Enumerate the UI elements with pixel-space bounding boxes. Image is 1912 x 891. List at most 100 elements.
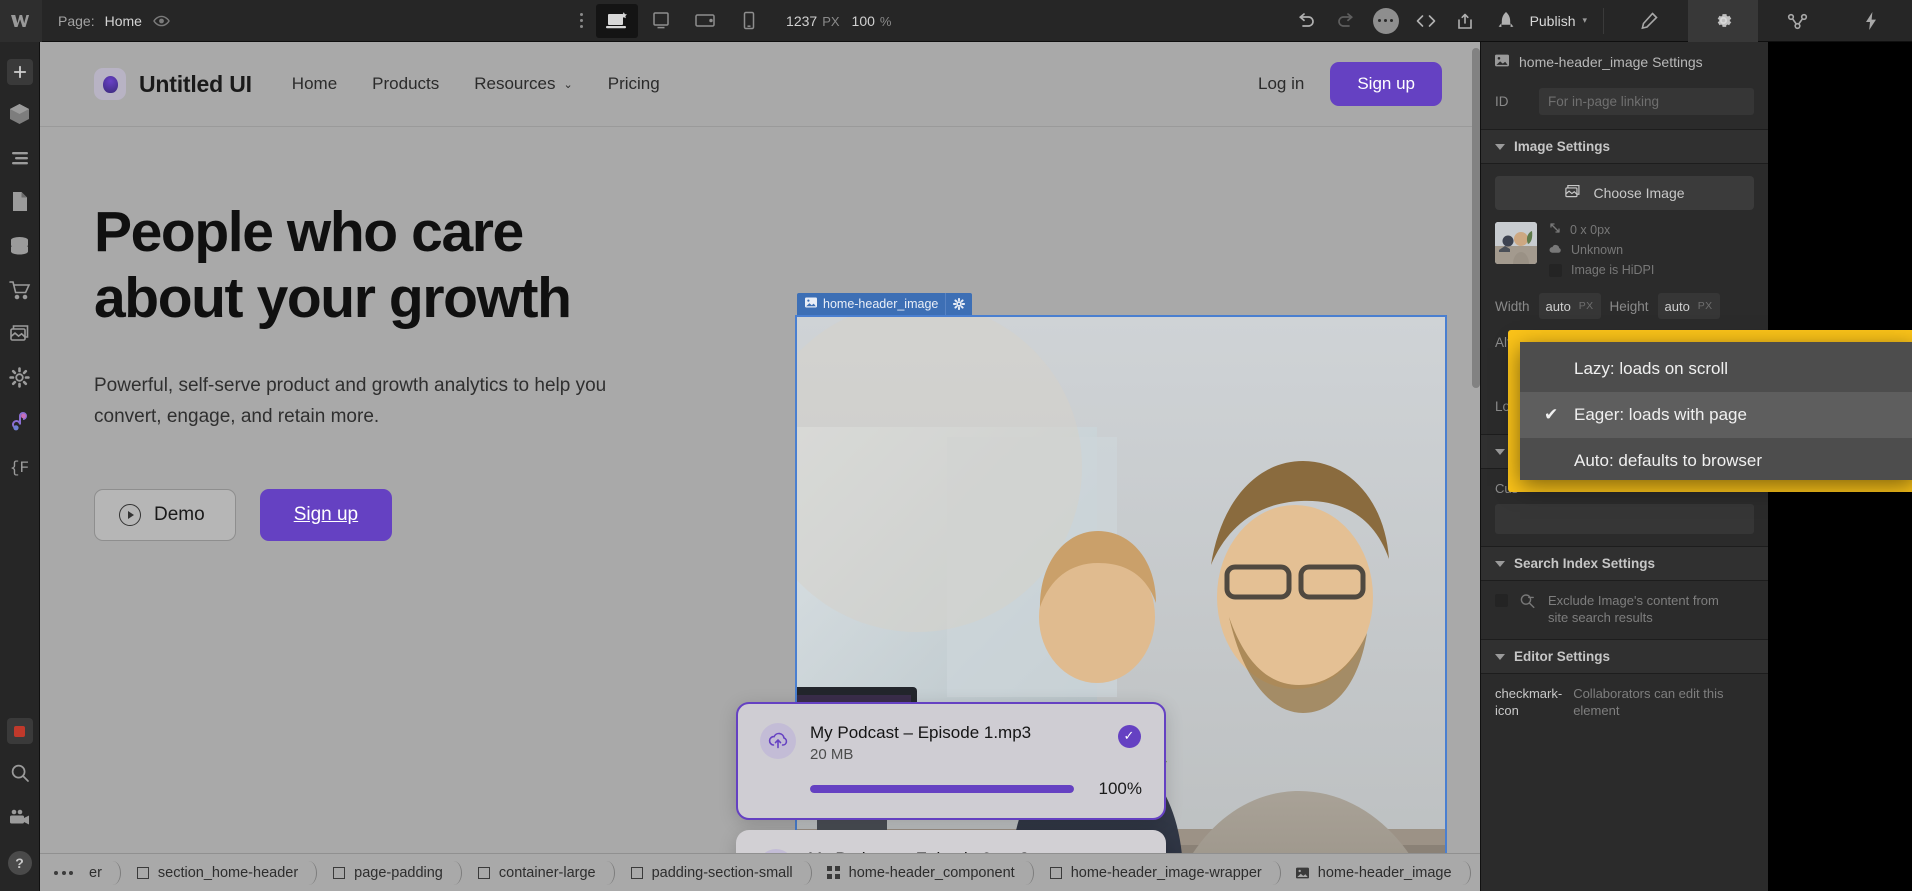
breadcrumb-item-padding-section-small[interactable]: padding-section-small — [614, 854, 812, 891]
upload-filesize: 20 MB — [810, 746, 854, 763]
breakpoint-mobile[interactable] — [728, 4, 770, 38]
image-dimensions-row: 0 x 0px — [1549, 222, 1754, 237]
square-icon — [1049, 866, 1063, 880]
chevron-down-icon: ⌄ — [563, 78, 573, 91]
rail-cms[interactable] — [0, 226, 40, 270]
canvas-size-readout[interactable]: 1237 PX 100 % — [786, 13, 891, 29]
nav-link-products[interactable]: Products — [372, 74, 439, 94]
dropdown-item-label: Eager: loads with page — [1574, 405, 1747, 424]
exclude-search-checkbox[interactable] — [1495, 594, 1508, 607]
demo-button[interactable]: Demo — [94, 488, 236, 541]
custom-attributes-input[interactable] — [1495, 504, 1754, 534]
undo-icon[interactable] — [1288, 4, 1324, 38]
section-image-settings[interactable]: Image Settings — [1481, 129, 1768, 164]
image-thumbnail[interactable] — [1495, 222, 1537, 264]
rail-add-elements[interactable] — [0, 50, 40, 94]
breadcrumb-item-container-large[interactable]: container-large — [461, 854, 615, 891]
signup-button[interactable]: Sign up — [1330, 62, 1442, 106]
hidpi-checkbox[interactable] — [1549, 263, 1562, 277]
rail-ecommerce[interactable] — [0, 270, 40, 314]
exclude-search-label-line2: site search results — [1548, 610, 1653, 626]
chevron-down-icon — [1495, 560, 1505, 567]
rail-search[interactable] — [0, 753, 40, 797]
hero-subtext: Powerful, self-serve product and growth … — [94, 371, 734, 433]
breakpoint-tablet[interactable] — [684, 4, 726, 38]
rail-record[interactable] — [0, 709, 40, 753]
hero-text-column: People who care about your growth Powerf… — [40, 127, 770, 853]
dropdown-item-auto[interactable]: Auto: defaults to browser — [1520, 438, 1912, 484]
tab-effects[interactable] — [1836, 0, 1906, 42]
chevron-down-icon: ▾ — [1582, 15, 1588, 25]
upload-card[interactable]: My Podcast – Episode 1.mp3 20 MB ✓ 100% — [736, 702, 1166, 820]
rail-variables[interactable]: {F — [0, 446, 40, 490]
rail-settings[interactable] — [0, 358, 40, 402]
loading-dropdown-menu[interactable]: Lazy: loads on scroll ✔ Eager: loads wit… — [1520, 342, 1912, 480]
section-search-index-settings[interactable]: Search Index Settings — [1481, 546, 1768, 581]
collaborators-row[interactable]: checkmark-icon Collaborators can edit th… — [1481, 674, 1768, 732]
rail-apps[interactable] — [0, 402, 40, 446]
upload-filename: My Podcast – Episode 1.mp3 — [810, 723, 1032, 742]
share-export-icon[interactable] — [1448, 4, 1484, 38]
rail-help[interactable]: ? — [0, 841, 40, 885]
login-link[interactable]: Log in — [1258, 74, 1304, 94]
dropdown-item-eager[interactable]: ✔ Eager: loads with page — [1520, 392, 1912, 438]
choose-image-button[interactable]: Choose Image — [1495, 176, 1754, 210]
page-selector[interactable]: Page: Home — [42, 11, 172, 31]
resize-diagonal-icon — [1549, 222, 1561, 237]
dropdown-item-lazy[interactable]: Lazy: loads on scroll — [1520, 346, 1912, 392]
section-editor-settings[interactable]: Editor Settings — [1481, 639, 1768, 675]
id-field-row: ID For in-page linking — [1481, 82, 1768, 129]
rail-video[interactable] — [0, 797, 40, 841]
nav-link-resources[interactable]: Resources ⌄ — [474, 74, 572, 94]
hero-signup-button[interactable]: Sign up — [259, 488, 393, 541]
breadcrumb-item-page-padding[interactable]: page-padding — [316, 854, 462, 891]
canvas-scrollbar[interactable] — [1472, 48, 1480, 388]
breadcrumb-label: er — [89, 864, 102, 881]
gear-icon[interactable] — [945, 293, 972, 315]
exclude-search-label: Exclude Image's content from site search… — [1548, 592, 1719, 626]
id-input[interactable]: For in-page linking — [1539, 88, 1754, 115]
exclude-search-row[interactable]: Exclude Image's content from site search… — [1481, 581, 1768, 639]
settings-panel-header: home-header_image Settings — [1481, 42, 1768, 82]
ellipsis-icon[interactable] — [1368, 4, 1404, 38]
breadcrumb-item-truncated[interactable]: er — [85, 854, 121, 891]
width-input[interactable]: auto PX — [1538, 293, 1601, 319]
breadcrumb-label: page-padding — [354, 864, 443, 881]
image-hidpi-row[interactable]: Image is HiDPI — [1549, 263, 1754, 277]
left-rail-bottom: ? — [0, 709, 40, 891]
publish-button[interactable]: Publish ▾ — [1528, 13, 1593, 29]
tab-settings[interactable] — [1688, 0, 1759, 42]
breadcrumb-item-home-header-image[interactable]: home-header_image — [1280, 854, 1471, 891]
breadcrumb-overflow-icon[interactable] — [40, 870, 85, 875]
hidpi-label: Image is HiDPI — [1571, 263, 1655, 277]
brand-logo[interactable]: Untitled UI — [94, 68, 252, 100]
rail-components[interactable] — [0, 94, 40, 138]
nav-link-pricing[interactable]: Pricing — [608, 74, 660, 94]
breadcrumb-item-home-header-image-wrapper[interactable]: home-header_image-wrapper — [1033, 854, 1281, 891]
redo-icon[interactable] — [1328, 4, 1364, 38]
upload-card[interactable]: My Podcast – Episode 2.mp3 24 MB 80% — [736, 830, 1166, 853]
rail-navigator[interactable] — [0, 138, 40, 182]
eye-preview-icon[interactable] — [152, 11, 172, 31]
tab-style[interactable] — [1614, 0, 1684, 42]
image-element-icon — [1296, 866, 1310, 880]
code-brackets-icon[interactable] — [1408, 4, 1444, 38]
check-circle-icon[interactable]: ✓ — [1116, 723, 1142, 749]
breadcrumb-item-home-header-component[interactable]: home-header_component — [811, 854, 1034, 891]
tab-interactions[interactable] — [1762, 0, 1832, 42]
design-canvas[interactable]: Untitled UI Home Products Resources ⌄ Pri… — [40, 42, 1482, 853]
hero-section: People who care about your growth Powerf… — [40, 127, 1482, 853]
page-title: home-header_image Settings — [1519, 54, 1703, 70]
more-options-icon[interactable] — [568, 6, 594, 36]
selected-element-badge[interactable]: home-header_image — [797, 293, 973, 315]
breakpoint-desktop-large[interactable] — [596, 3, 639, 38]
cloud-icon — [1549, 243, 1562, 257]
breadcrumb-item-section-home-header[interactable]: section_home-header — [120, 854, 318, 891]
rail-pages[interactable] — [0, 182, 40, 226]
rail-assets[interactable] — [0, 314, 40, 358]
breakpoint-desktop[interactable] — [640, 4, 682, 38]
height-input[interactable]: auto PX — [1657, 293, 1720, 319]
nav-link-home[interactable]: Home — [292, 74, 337, 94]
rocket-icon[interactable] — [1488, 4, 1524, 38]
webflow-logo-icon[interactable] — [0, 0, 42, 42]
